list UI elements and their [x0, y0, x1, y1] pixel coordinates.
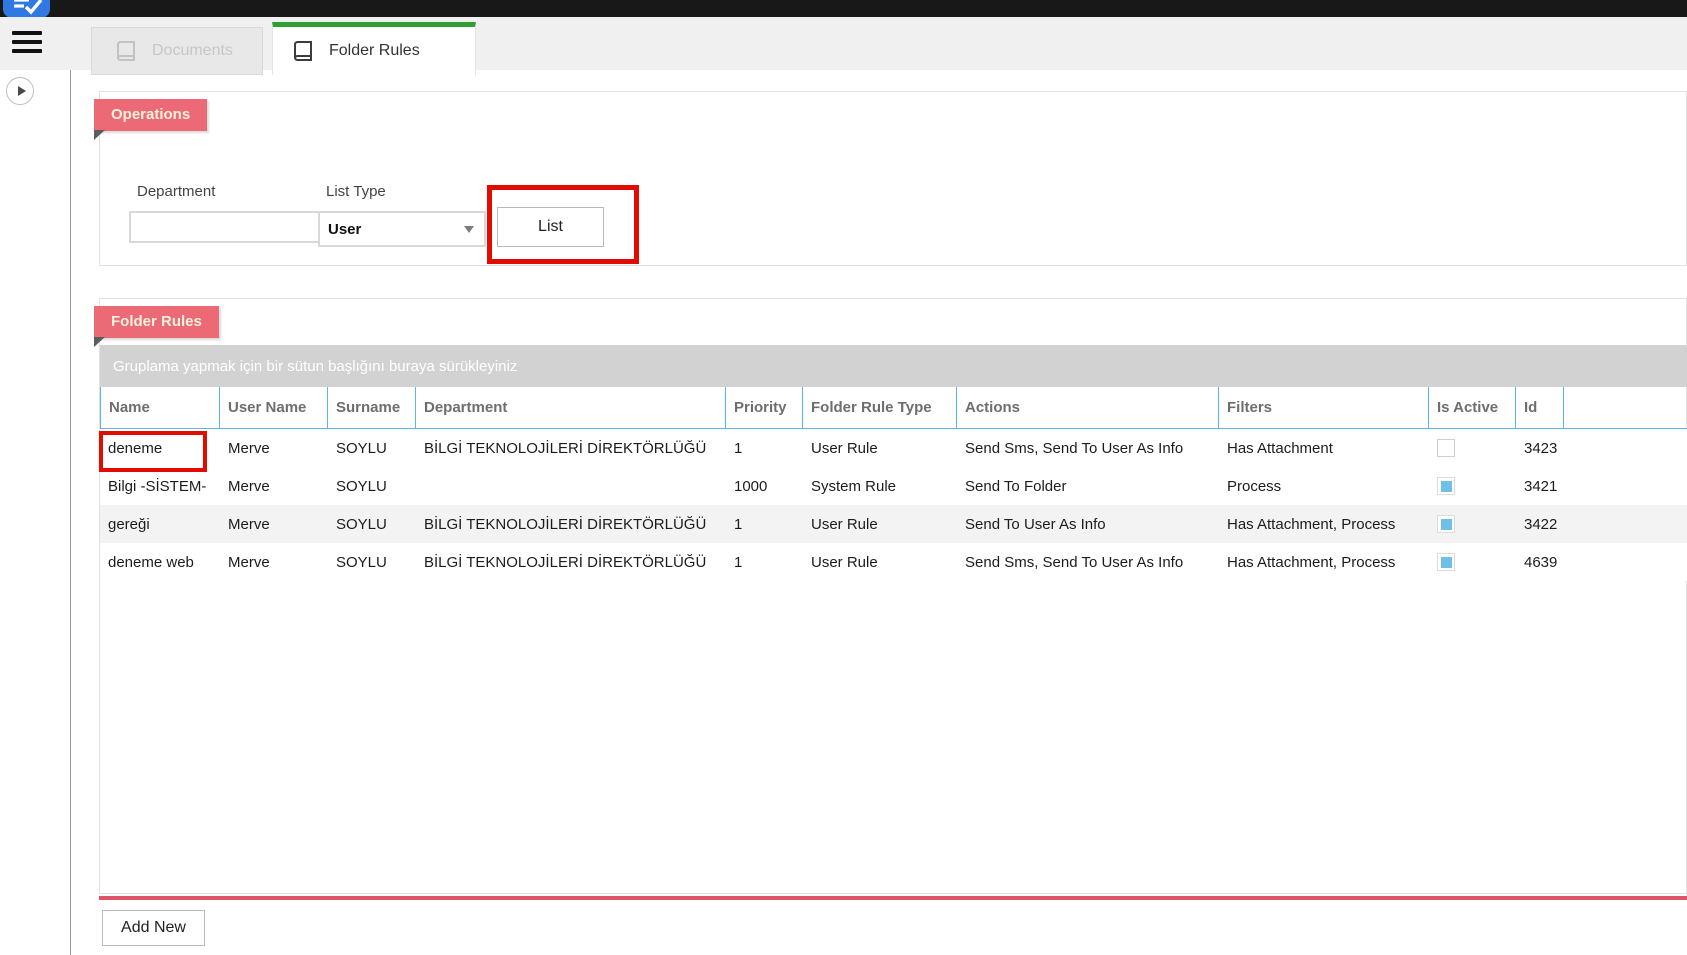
cell-actions: Send Sms, Send To User As Info [957, 543, 1219, 581]
cell-id: 3423 [1516, 429, 1564, 467]
tab-folder-rules[interactable]: Folder Rules [272, 22, 476, 75]
cell-is-active [1429, 429, 1516, 467]
cell-filler [1564, 467, 1687, 505]
cell-filters: Has Attachment, Process [1219, 505, 1429, 543]
cell-user-name: Merve [220, 467, 328, 505]
cell-department: BİLGİ TEKNOLOJİLERİ DİREKTÖRLÜĞÜ [416, 505, 726, 543]
list-type-selected-value: User [320, 221, 464, 238]
cell-user-name: Merve [220, 505, 328, 543]
tab-folder-rules-label: Folder Rules [329, 42, 420, 60]
column-header-priority[interactable]: Priority [726, 387, 803, 428]
column-header-folder-rule-type[interactable]: Folder Rule Type [803, 387, 957, 428]
checkbox-fill [1441, 519, 1452, 530]
cell-surname: SOYLU [328, 429, 416, 467]
group-by-drop-zone[interactable]: Gruplama yapmak için bir sütun başlığını… [100, 345, 1687, 387]
cell-folder-rule-type: System Rule [803, 467, 957, 505]
cell-id: 3422 [1516, 505, 1564, 543]
is-active-checkbox-checked[interactable] [1437, 515, 1455, 533]
book-icon [291, 39, 315, 63]
column-header-filler [1564, 387, 1687, 428]
app-logo-icon[interactable] [3, 0, 50, 18]
cell-actions: Send Sms, Send To User As Info [957, 429, 1219, 467]
table-row-gere-i[interactable]: gereğiMerveSOYLUBİLGİ TEKNOLOJİLERİ DİRE… [100, 505, 1687, 543]
column-header-surname[interactable]: Surname [328, 387, 416, 428]
list-type-label: List Type [326, 183, 386, 200]
cell-name: Bilgi -SİSTEM- [100, 467, 220, 505]
group-by-hint: Gruplama yapmak için bir sütun başlığını… [113, 358, 517, 375]
column-header-filters[interactable]: Filters [1219, 387, 1429, 428]
cell-actions: Send To Folder [957, 467, 1219, 505]
cell-priority: 1000 [726, 467, 803, 505]
checkbox-fill [1441, 557, 1452, 568]
sidebar-expand-button[interactable] [6, 77, 34, 105]
cell-department: BİLGİ TEKNOLOJİLERİ DİREKTÖRLÜĞÜ [416, 429, 726, 467]
document-check-glyph [11, 0, 43, 16]
cell-is-active [1429, 543, 1516, 581]
cell-id: 4639 [1516, 543, 1564, 581]
cell-is-active [1429, 505, 1516, 543]
cell-priority: 1 [726, 505, 803, 543]
cell-name: gereği [100, 505, 220, 543]
cell-priority: 1 [726, 429, 803, 467]
cell-filler [1564, 505, 1687, 543]
cell-id: 3421 [1516, 467, 1564, 505]
cell-user-name: Merve [220, 543, 328, 581]
cell-name: deneme [100, 429, 220, 467]
tab-documents-label: Documents [152, 42, 233, 60]
grid-body: denemeMerveSOYLUBİLGİ TEKNOLOJİLERİ DİRE… [100, 429, 1687, 581]
cell-name: deneme web [100, 543, 220, 581]
folder-rules-grid: NameUser NameSurnameDepartmentPriorityFo… [100, 387, 1687, 581]
column-header-name[interactable]: Name [100, 387, 220, 428]
menu-icon[interactable] [12, 31, 42, 53]
table-row-deneme[interactable]: denemeMerveSOYLUBİLGİ TEKNOLOJİLERİ DİRE… [100, 429, 1687, 467]
department-input[interactable] [129, 211, 321, 243]
list-button[interactable]: List [497, 207, 604, 247]
cell-is-active [1429, 467, 1516, 505]
cell-department: BİLGİ TEKNOLOJİLERİ DİREKTÖRLÜĞÜ [416, 543, 726, 581]
cell-priority: 1 [726, 543, 803, 581]
table-row-deneme-web[interactable]: deneme webMerveSOYLUBİLGİ TEKNOLOJİLERİ … [100, 543, 1687, 581]
column-header-actions[interactable]: Actions [957, 387, 1219, 428]
cell-department [416, 467, 726, 505]
is-active-checkbox-checked[interactable] [1437, 477, 1455, 495]
cell-folder-rule-type: User Rule [803, 543, 957, 581]
tab-documents[interactable]: Documents [91, 27, 263, 75]
column-header-user-name[interactable]: User Name [220, 387, 328, 428]
chevron-right-icon [18, 86, 26, 96]
operations-panel-title: Operations [94, 99, 207, 131]
is-active-checkbox-unchecked[interactable] [1437, 439, 1455, 457]
column-header-id[interactable]: Id [1516, 387, 1564, 428]
is-active-checkbox-checked[interactable] [1437, 553, 1455, 571]
cell-actions: Send To User As Info [957, 505, 1219, 543]
cell-folder-rule-type: User Rule [803, 505, 957, 543]
sidebar-divider [70, 70, 71, 955]
table-row-bilgi-si-stem-[interactable]: Bilgi -SİSTEM-MerveSOYLU 1000System RuleS… [100, 467, 1687, 505]
cell-surname: SOYLU [328, 505, 416, 543]
cell-filler [1564, 543, 1687, 581]
chevron-down-icon [464, 226, 474, 233]
folder-rules-panel-title: Folder Rules [94, 306, 219, 338]
list-type-select[interactable]: User [318, 211, 486, 247]
column-header-department[interactable]: Department [416, 387, 726, 428]
grid-header-row: NameUser NameSurnameDepartmentPriorityFo… [100, 387, 1687, 429]
checkbox-fill [1441, 481, 1452, 492]
cell-surname: SOYLU [328, 467, 416, 505]
cell-filters: Has Attachment, Process [1219, 543, 1429, 581]
add-new-button[interactable]: Add New [102, 910, 205, 946]
department-label: Department [137, 183, 215, 200]
book-icon [114, 39, 138, 63]
cell-surname: SOYLU [328, 543, 416, 581]
cell-filters: Has Attachment [1219, 429, 1429, 467]
cell-filler [1564, 429, 1687, 467]
cell-user-name: Merve [220, 429, 328, 467]
cell-filters: Process [1219, 467, 1429, 505]
column-header-is-active[interactable]: Is Active [1429, 387, 1516, 428]
bottom-separator-line [99, 896, 1687, 900]
cell-folder-rule-type: User Rule [803, 429, 957, 467]
top-bar [0, 0, 1687, 17]
